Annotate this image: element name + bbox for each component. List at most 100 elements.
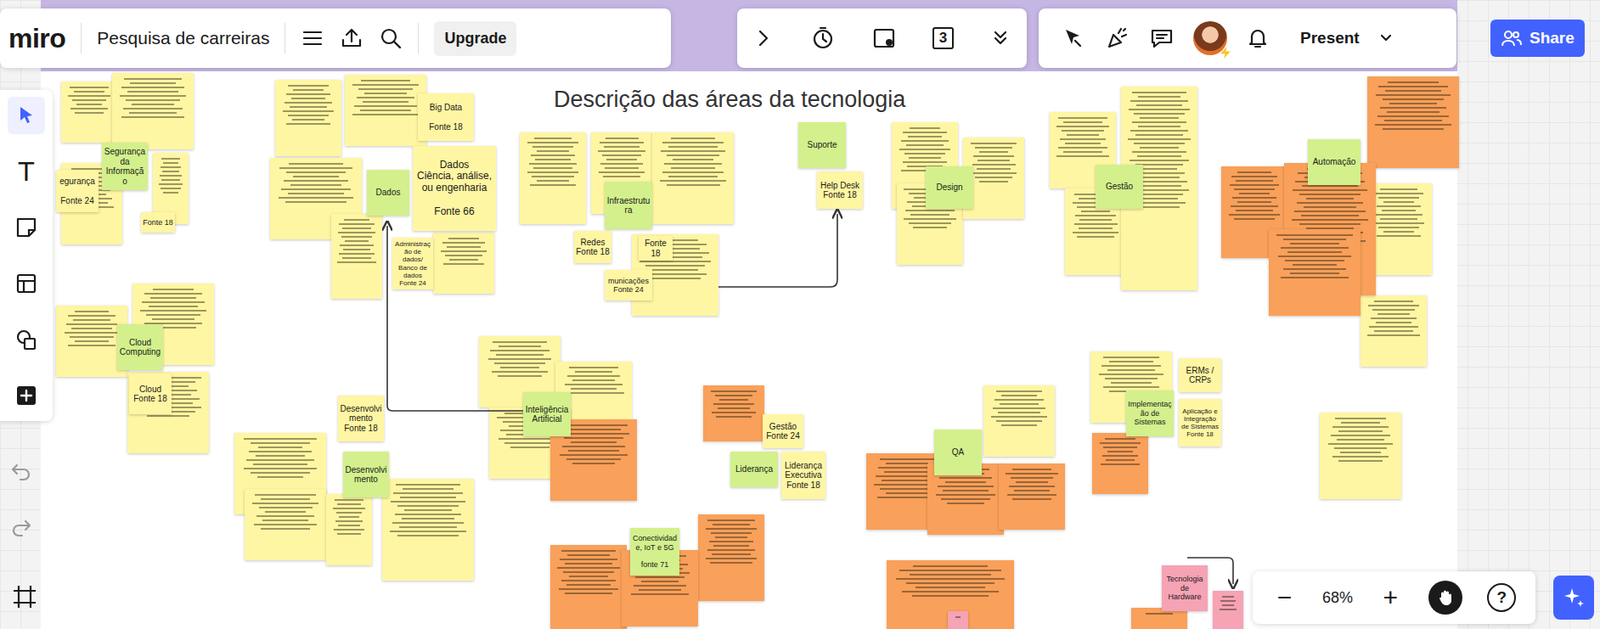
sticky-note[interactable]: Gestão Fonte 24: [762, 414, 804, 449]
miro-logo[interactable]: miro: [8, 22, 66, 55]
sticky-note[interactable]: [1092, 433, 1149, 495]
sticky-note[interactable]: [703, 385, 765, 442]
sticky-note[interactable]: [519, 132, 586, 225]
sticky-note[interactable]: QA: [934, 429, 982, 476]
sticky-note-tool[interactable]: [7, 208, 46, 247]
sticky-note[interactable]: [1268, 229, 1361, 316]
connector-arrow[interactable]: [387, 225, 524, 412]
comment-icon[interactable]: [1149, 25, 1175, 51]
sticky-note[interactable]: Implementação de Sistemas: [1126, 390, 1174, 437]
note-line: [498, 345, 541, 348]
sticky-note[interactable]: [433, 232, 495, 294]
chevron-down-icon[interactable]: [1376, 28, 1396, 48]
sticky-note[interactable]: Help Desk Fonte 18: [816, 171, 863, 209]
sticky-note[interactable]: [244, 489, 327, 561]
sticky-note[interactable]: [998, 463, 1065, 530]
sticky-note[interactable]: Inteligência Artificial: [523, 392, 571, 437]
zoom-in-button[interactable]: +: [1378, 585, 1404, 611]
note-line: [1138, 95, 1181, 98]
sticky-note[interactable]: [326, 494, 372, 566]
zoom-level[interactable]: 68%: [1322, 589, 1353, 608]
more-tools[interactable]: [7, 377, 46, 415]
help-button[interactable]: ?: [1487, 583, 1516, 613]
sticky-note[interactable]: Suporte: [798, 122, 846, 169]
redo-icon[interactable]: [8, 514, 34, 541]
sticky-note[interactable]: Design: [925, 166, 974, 209]
sticky-note[interactable]: Desenvolvimento: [343, 451, 389, 498]
search-icon[interactable]: [378, 26, 403, 51]
timer-icon[interactable]: [810, 25, 836, 51]
sticky-note[interactable]: Aplicação e Integração de Sistemas Fonte…: [1178, 399, 1222, 447]
ai-assistant-button[interactable]: [1553, 575, 1595, 620]
sticky-note[interactable]: Big Data Fonte 18: [417, 93, 474, 141]
note-line: [285, 201, 346, 203]
chevron-right-icon[interactable]: [752, 27, 775, 50]
sticky-note[interactable]: [275, 79, 342, 157]
sticky-note[interactable]: Dados Ciência, análise, ou engenharia Fo…: [412, 146, 496, 231]
bell-icon[interactable]: [1245, 26, 1270, 51]
sticky-note[interactable]: [652, 132, 734, 225]
sticky-note[interactable]: Cloud Fonte 18: [129, 373, 172, 415]
sticky-note[interactable]: [1360, 295, 1427, 367]
frames-icon[interactable]: [10, 582, 40, 612]
sticky-note[interactable]: Fonte 18: [140, 212, 175, 233]
reactions-icon[interactable]: [1104, 25, 1131, 51]
sticky-note[interactable]: [331, 214, 383, 299]
sticky-note[interactable]: Infraestrutura: [604, 181, 653, 230]
note-line: [1374, 300, 1414, 303]
user-avatar[interactable]: [1193, 21, 1228, 56]
sticky-note[interactable]: [947, 611, 969, 629]
sticky-note[interactable]: [1319, 412, 1402, 500]
sticky-note[interactable]: [382, 478, 474, 581]
board-title[interactable]: Pesquisa de carreiras: [96, 28, 270, 49]
sticky-note[interactable]: Dados: [366, 169, 410, 216]
sticky-note[interactable]: [1212, 591, 1244, 629]
templates-tool[interactable]: [7, 264, 46, 303]
menu-icon[interactable]: [300, 26, 325, 51]
sticky-note[interactable]: [112, 73, 194, 150]
present-button[interactable]: Present: [1295, 22, 1396, 55]
sticky-note[interactable]: Conectividade, IoT e 5G fonte 71: [630, 528, 680, 576]
undo-icon[interactable]: [8, 458, 34, 485]
sticky-note[interactable]: Segurança da Informação: [101, 142, 148, 191]
sticky-note[interactable]: [61, 81, 118, 143]
shapes-tool[interactable]: [7, 321, 46, 359]
sticky-note[interactable]: ERMs / CRPs: [1178, 358, 1222, 393]
sticky-note[interactable]: Liderança: [730, 451, 778, 488]
zoom-out-button[interactable]: −: [1272, 585, 1298, 611]
estimation-counter[interactable]: 3: [932, 27, 954, 50]
sticky-note[interactable]: Administração de dados/ Banco de dados F…: [392, 237, 434, 290]
text-tool[interactable]: T: [7, 152, 46, 191]
sticky-note[interactable]: [550, 545, 627, 629]
sticky-note[interactable]: Desenvolvimento Fonte 18: [338, 395, 384, 442]
sticky-note[interactable]: Automação: [1307, 139, 1361, 186]
sticky-note[interactable]: [983, 385, 1055, 457]
sticky-note[interactable]: municações Fonte 24: [604, 270, 653, 301]
cursor-icon[interactable]: [1060, 25, 1087, 51]
sticky-note[interactable]: Liderança Executiva Fonte 18: [781, 451, 826, 500]
sticky-note[interactable]: Fonte 18: [638, 236, 673, 261]
voting-card-icon[interactable]: [871, 25, 897, 51]
export-icon[interactable]: [339, 26, 364, 51]
hand-tool-button[interactable]: [1428, 580, 1463, 615]
note-line: [140, 309, 207, 312]
sticky-note[interactable]: Tecnologia de Hardware: [1161, 565, 1208, 612]
sticky-note[interactable]: [698, 514, 765, 602]
sticky-note[interactable]: Redes Fonte 18: [574, 230, 612, 264]
double-chevron-down-icon[interactable]: [989, 27, 1012, 50]
share-button[interactable]: Share: [1490, 19, 1585, 57]
sticky-note[interactable]: Cloud Computing: [117, 324, 164, 371]
note-line: [72, 99, 107, 102]
note-text: Redes Fonte 18: [575, 237, 609, 258]
select-tool[interactable]: [7, 96, 46, 135]
note-text: Segurança da Informação: [103, 146, 147, 186]
sticky-note[interactable]: [1367, 76, 1460, 169]
sticky-note[interactable]: [344, 74, 427, 147]
sticky-note[interactable]: Gestão: [1095, 164, 1144, 209]
upgrade-button[interactable]: Upgrade: [433, 21, 517, 57]
connector-arrow[interactable]: [1187, 557, 1234, 585]
frame-title[interactable]: Descrição das áreas da tecnologia: [553, 86, 906, 113]
canvas[interactable]: Descrição das áreas da tecnologia Seguran…: [0, 0, 1600, 629]
connector-arrow[interactable]: [718, 214, 838, 288]
sticky-note[interactable]: egurança Fonte 24: [56, 169, 99, 213]
